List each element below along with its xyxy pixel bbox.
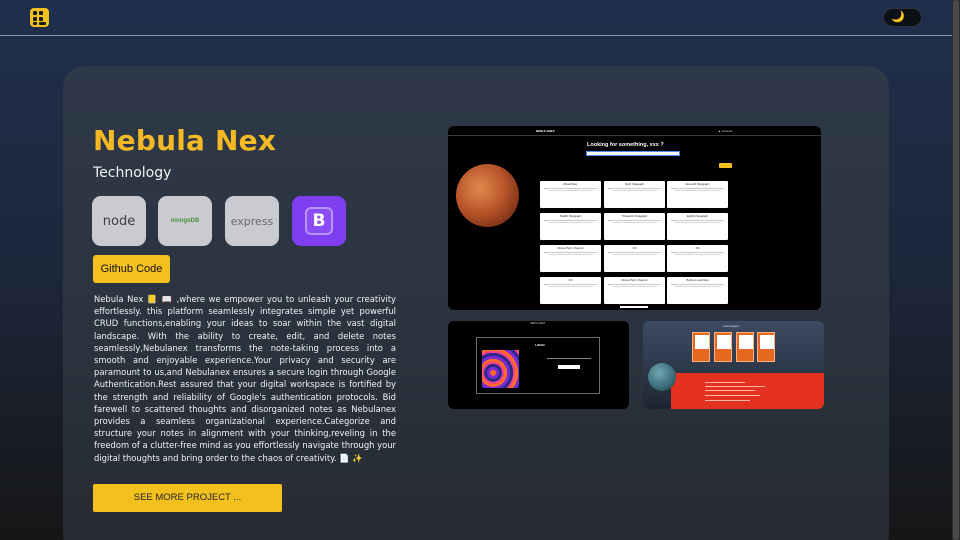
- note-card: Sixth Paragraph: [604, 181, 665, 208]
- scrollbar-thumb[interactable]: [953, 0, 959, 540]
- note-card: Dinner Party Channel: [540, 245, 601, 272]
- theme-toggle[interactable]: 🌙: [883, 8, 922, 27]
- note-card-title: Eighth Paragraph: [687, 215, 708, 218]
- note-card: Twelfth Paragraph: [540, 213, 601, 240]
- feature-card: [736, 332, 754, 362]
- tech-label-mongodb: mongoDB: [170, 218, 200, 224]
- screenshot-login-page: NEBULANEX LOGIN: [448, 321, 629, 409]
- abstract-art-image: [482, 350, 519, 388]
- note-card-title: Eleventh Paragraph: [685, 183, 710, 186]
- screenshot-brand: NEBULANEX: [530, 322, 546, 325]
- note-card: Eleventh Paragraph: [667, 181, 728, 208]
- note-card-title: Ritual Party: [563, 183, 578, 186]
- screenshot-account: ▲ account: [718, 129, 733, 133]
- note-card-title: Dinner Party Channel: [557, 247, 584, 250]
- note-card: DS: [667, 245, 728, 272]
- note-card-title: Thirteenth Paragraph: [621, 215, 648, 218]
- note-card: Eighth Paragraph: [667, 213, 728, 240]
- feature-card: [692, 332, 710, 362]
- moon-icon: 🌙: [891, 11, 905, 23]
- project-description: Nebula Nex 📒 📖 ,where we empower you to …: [94, 294, 396, 463]
- top-navbar: 🌙: [0, 0, 952, 36]
- login-title: LOGIN: [535, 343, 545, 347]
- screenshot-add-button: [719, 163, 732, 168]
- page-scrollbar[interactable]: [952, 0, 960, 540]
- project-title: Nebula Nex: [93, 124, 277, 157]
- project-category: Technology: [93, 165, 172, 181]
- mars-planet-image: [456, 164, 519, 227]
- advantages-title: Advantages: [723, 324, 739, 328]
- note-card: CN: [604, 245, 665, 272]
- note-card-title: DS: [695, 247, 700, 250]
- note-card: Thirteenth Paragraph: [604, 213, 665, 240]
- node-logo-icon: node: [92, 196, 146, 246]
- mongodb-logo-icon: mongoDB: [158, 196, 212, 246]
- see-more-projects-button[interactable]: SEE MORE PROJECT ...: [93, 484, 282, 512]
- note-card-title: Build a Local Fleet: [686, 279, 709, 282]
- note-card-title: Twelfth Paragraph: [559, 215, 582, 218]
- note-card-title: CN: [632, 247, 637, 250]
- express-logo-icon: express: [225, 196, 279, 246]
- advantages-red-section: [671, 373, 824, 409]
- screenshot-advantages-page: Advantages: [643, 321, 824, 409]
- note-card-title: CN: [568, 279, 573, 282]
- screenshot-search-title: Looking for something, xxx ?: [587, 142, 664, 148]
- bootstrap-logo-icon: B: [292, 196, 346, 246]
- feature-card: [757, 332, 775, 362]
- tech-label-express: express: [230, 214, 274, 228]
- screenshot-search-box: [586, 151, 680, 156]
- github-code-button[interactable]: Github Code: [93, 255, 170, 283]
- note-card: Build a Local Fleet: [667, 277, 728, 304]
- tech-label-node: node: [102, 213, 136, 229]
- screenshot-notes-dashboard: NEBULANEX ▲ account Looking for somethin…: [448, 126, 821, 310]
- planet-image: [648, 363, 676, 391]
- note-card: Dinner Party Channel: [604, 277, 665, 304]
- note-card-title: Sixth Paragraph: [624, 183, 645, 186]
- note-card: CN: [540, 277, 601, 304]
- grid-dots-logo-icon[interactable]: [30, 8, 49, 27]
- note-card-title: Dinner Party Channel: [621, 279, 648, 282]
- screenshot-brand: NEBULANEX: [536, 129, 555, 133]
- tech-label-bootstrap: B: [305, 207, 333, 235]
- note-card: Ritual Party: [540, 181, 601, 208]
- feature-card: [714, 332, 732, 362]
- login-text-line: [547, 358, 591, 359]
- screenshot-divider: [448, 135, 821, 136]
- login-box: LOGIN: [476, 337, 600, 394]
- google-login-button: [558, 365, 580, 369]
- screenshot-pager: [620, 306, 648, 308]
